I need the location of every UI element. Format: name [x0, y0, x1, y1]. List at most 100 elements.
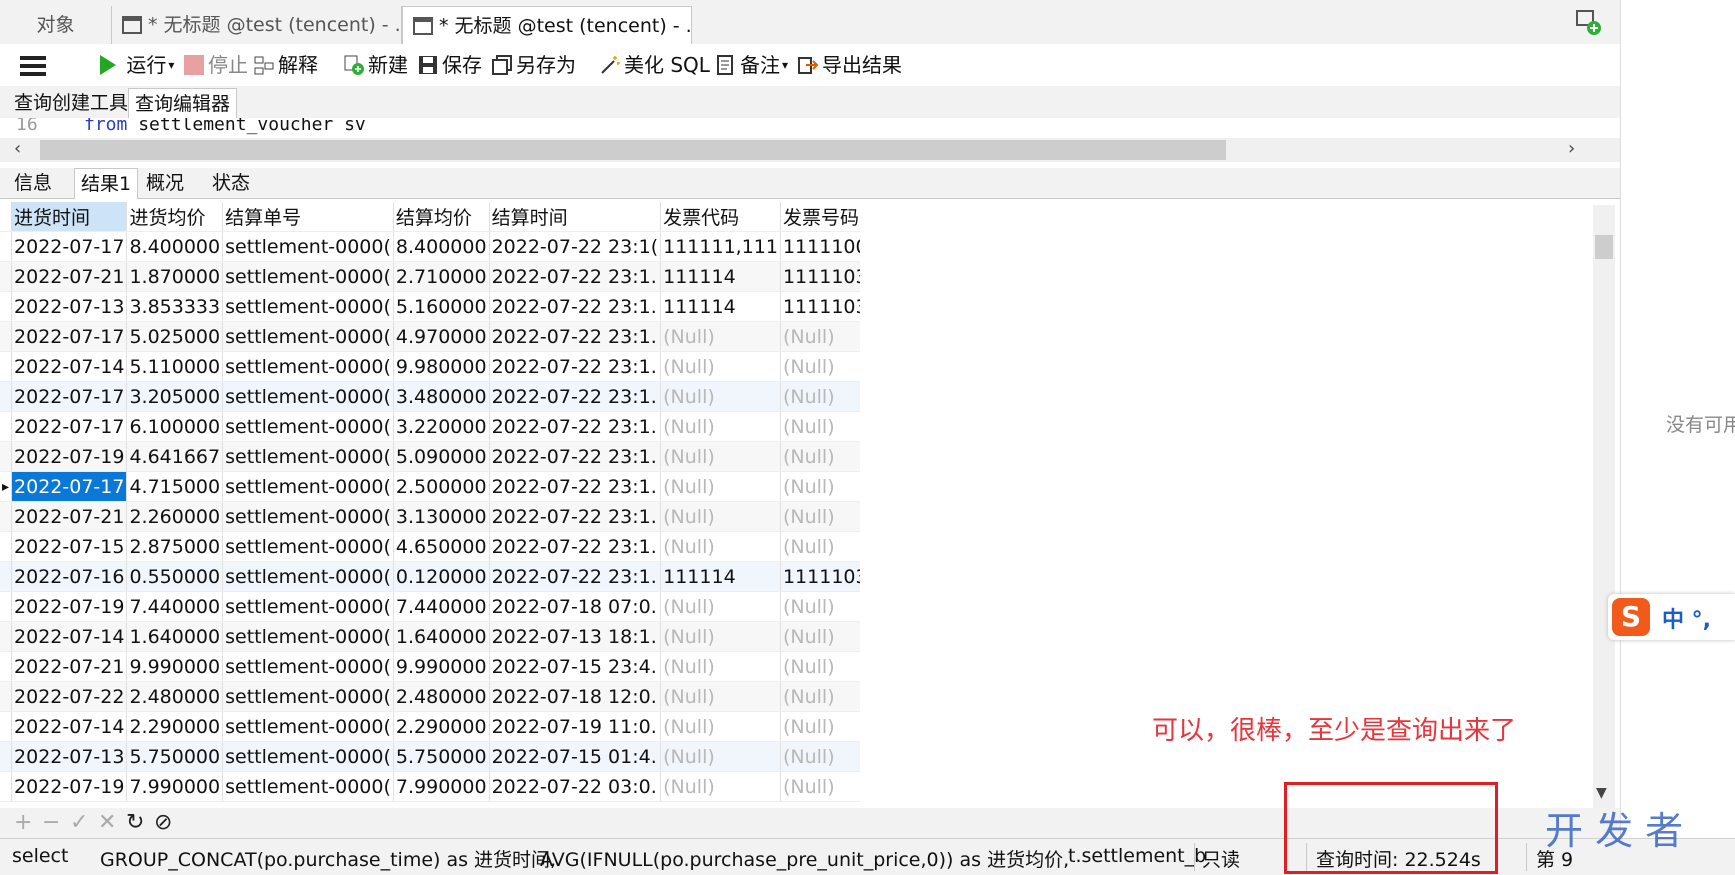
- table-cell[interactable]: 2022-07-17: [11, 321, 128, 352]
- table-cell[interactable]: 2022-07-16: [11, 561, 128, 592]
- table-cell[interactable]: settlement-0000(: [222, 261, 394, 292]
- scroll-right-icon[interactable]: ›: [1568, 138, 1575, 159]
- table-cell[interactable]: 2.875000: [126, 531, 224, 562]
- table-cell[interactable]: settlement-0000(: [222, 231, 394, 262]
- stop-icon[interactable]: ⊘: [154, 810, 172, 835]
- table-cell[interactable]: (Null): [660, 471, 781, 502]
- table-cell[interactable]: (Null): [780, 591, 860, 622]
- row-marker[interactable]: [0, 381, 13, 412]
- table-cell[interactable]: settlement-0000(: [222, 441, 394, 472]
- table-cell[interactable]: 111114: [660, 291, 781, 322]
- table-row[interactable]: 2022-07-14 1.640000 settlement-0000(1.6400…: [0, 621, 860, 652]
- table-cell[interactable]: (Null): [660, 531, 781, 562]
- table-cell[interactable]: (Null): [780, 351, 860, 382]
- column-header[interactable]: 结算单号: [222, 202, 394, 232]
- table-cell[interactable]: 2.500000: [393, 471, 490, 502]
- table-cell[interactable]: (Null): [660, 501, 781, 532]
- result-grid[interactable]: 进货时间 进货均价 结算单号 结算均价 结算时间 发票代码 发票号码 2022-…: [0, 202, 860, 808]
- row-marker[interactable]: [0, 231, 13, 262]
- table-cell[interactable]: 2.260000: [126, 501, 224, 532]
- table-cell[interactable]: settlement-0000(: [222, 771, 394, 802]
- table-row[interactable]: 2022-07-14 2.290000 settlement-0000(2.2900…: [0, 711, 860, 742]
- table-cell[interactable]: 1111100,11: [780, 231, 860, 262]
- table-cell[interactable]: 5.750000: [393, 741, 490, 772]
- table-row[interactable]: 2022-07-21 2.260000 settlement-0000(3.1300…: [0, 501, 860, 532]
- row-marker[interactable]: [0, 741, 13, 772]
- tab-objects[interactable]: 对象: [0, 6, 112, 44]
- table-cell[interactable]: settlement-0000(: [222, 741, 394, 772]
- table-row[interactable]: 2022-07-19 7.990000 settlement-0000(7.9900…: [0, 771, 860, 802]
- table-cell[interactable]: 2022-07-19: [11, 771, 128, 802]
- ime-widget[interactable]: S 中 °,: [1608, 594, 1735, 640]
- table-cell[interactable]: 5.110000: [126, 351, 224, 382]
- table-cell[interactable]: 6.100000: [126, 411, 224, 442]
- table-cell[interactable]: (Null): [780, 471, 860, 502]
- tab-untitled-query-2[interactable]: * 无标题 @test (tencent) - ...: [402, 6, 692, 44]
- table-cell[interactable]: 2022-07-22 23:1.: [489, 291, 662, 322]
- table-cell[interactable]: 2022-07-21: [11, 651, 128, 682]
- table-cell[interactable]: 9.990000: [393, 651, 490, 682]
- row-marker[interactable]: [0, 561, 13, 592]
- table-cell[interactable]: settlement-0000(: [222, 621, 394, 652]
- table-cell[interactable]: settlement-0000(: [222, 411, 394, 442]
- table-row[interactable]: 2022-07-16 0.550000 settlement-0000(0.1200…: [0, 561, 860, 592]
- table-cell[interactable]: settlement-0000(: [222, 291, 394, 322]
- column-header[interactable]: 结算时间: [489, 202, 662, 232]
- table-cell[interactable]: settlement-0000(: [222, 321, 394, 352]
- table-cell[interactable]: (Null): [660, 351, 781, 382]
- table-cell[interactable]: 7.440000: [126, 591, 224, 622]
- row-marker[interactable]: [0, 681, 13, 712]
- table-cell[interactable]: 2022-07-14: [11, 711, 128, 742]
- table-cell[interactable]: 0.120000: [393, 561, 490, 592]
- new-tab-icon[interactable]: [1574, 8, 1608, 38]
- table-cell[interactable]: (Null): [780, 501, 860, 532]
- tab-profile[interactable]: 概况: [140, 168, 190, 198]
- table-cell[interactable]: 1111103: [780, 291, 860, 322]
- table-cell[interactable]: 2022-07-15: [11, 531, 128, 562]
- table-cell[interactable]: (Null): [780, 651, 860, 682]
- table-cell[interactable]: 5.090000: [393, 441, 490, 472]
- table-cell[interactable]: 4.641667: [126, 441, 224, 472]
- tab-result-1[interactable]: 结果1: [74, 168, 139, 199]
- table-cell[interactable]: 0.550000: [126, 561, 224, 592]
- table-cell[interactable]: (Null): [660, 441, 781, 472]
- row-marker[interactable]: [0, 591, 13, 622]
- table-cell[interactable]: 1.640000: [393, 621, 490, 652]
- table-cell[interactable]: (Null): [780, 621, 860, 652]
- row-marker[interactable]: [0, 501, 13, 532]
- export-results-button[interactable]: 导出结果: [798, 50, 902, 80]
- table-row[interactable]: 2022-07-17 6.100000 settlement-0000(3.2200…: [0, 411, 860, 442]
- table-cell[interactable]: 4.715000: [126, 471, 224, 502]
- table-cell[interactable]: (Null): [780, 381, 860, 412]
- column-header[interactable]: 进货均价: [126, 202, 224, 232]
- table-row[interactable]: ▸ 2022-07-17 4.715000 settlement-0000(2.500…: [0, 471, 860, 502]
- table-cell[interactable]: 7.440000: [393, 591, 490, 622]
- table-cell[interactable]: 1111103: [780, 561, 860, 592]
- grid-vertical-scrollbar[interactable]: ▼: [1593, 205, 1615, 808]
- table-cell[interactable]: 2022-07-18 12:0.: [489, 681, 662, 712]
- table-cell[interactable]: 111114: [660, 261, 781, 292]
- table-row[interactable]: 2022-07-15 2.875000 settlement-0000(4.6500…: [0, 531, 860, 562]
- table-cell[interactable]: 8.400000: [393, 231, 490, 262]
- table-row[interactable]: 2022-07-13 5.750000 settlement-0000(5.7500…: [0, 741, 860, 772]
- table-cell[interactable]: settlement-0000(: [222, 381, 394, 412]
- table-cell[interactable]: 1.640000: [126, 621, 224, 652]
- table-cell[interactable]: 4.970000: [393, 321, 490, 352]
- explain-button[interactable]: 解释: [254, 50, 318, 80]
- table-cell[interactable]: 3.205000: [126, 381, 224, 412]
- table-row[interactable]: 2022-07-22 2.480000 settlement-0000(2.4800…: [0, 681, 860, 712]
- table-cell[interactable]: 2022-07-22 23:1.: [489, 471, 662, 502]
- table-cell[interactable]: 2022-07-18 07:0.: [489, 591, 662, 622]
- table-cell[interactable]: 3.480000: [393, 381, 490, 412]
- table-cell[interactable]: 2022-07-17: [11, 411, 128, 442]
- row-marker[interactable]: [0, 291, 13, 322]
- table-cell[interactable]: 2022-07-21: [11, 501, 128, 532]
- table-cell[interactable]: (Null): [660, 411, 781, 442]
- table-row[interactable]: 2022-07-21 9.990000 settlement-0000(9.9900…: [0, 651, 860, 682]
- table-cell[interactable]: 9.980000: [393, 351, 490, 382]
- stop-button[interactable]: 停止: [184, 50, 248, 80]
- apply-icon[interactable]: ✓: [70, 810, 88, 835]
- add-row-icon[interactable]: +: [14, 810, 32, 835]
- table-row[interactable]: 2022-07-17 3.205000 settlement-0000(3.4800…: [0, 381, 860, 412]
- table-cell[interactable]: 2022-07-22 23:1.: [489, 351, 662, 382]
